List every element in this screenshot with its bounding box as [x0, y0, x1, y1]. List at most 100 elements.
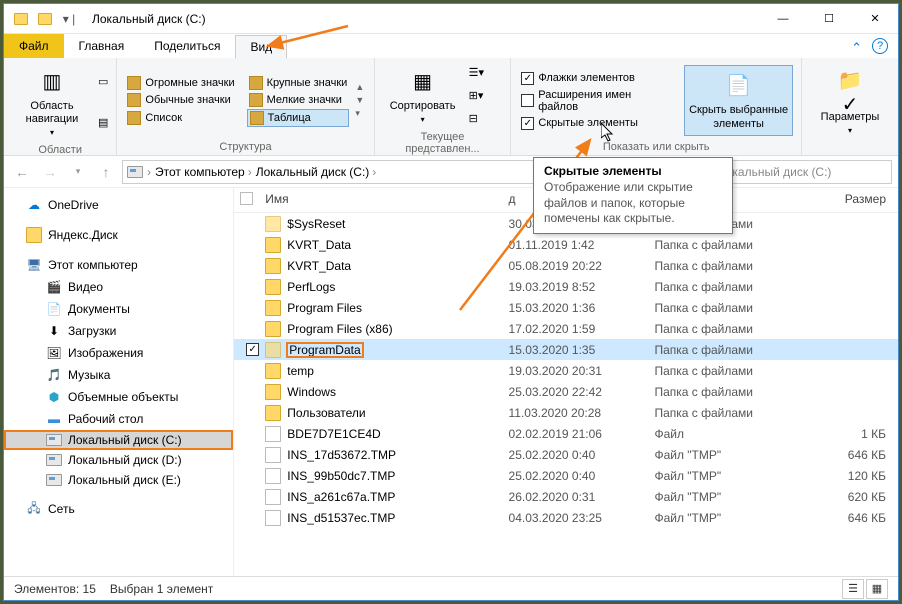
folder-icon: [265, 258, 281, 274]
minimize-button[interactable]: —: [760, 4, 806, 34]
tab-share[interactable]: Поделиться: [139, 34, 235, 58]
file-date: 25.02.2020 0:40: [509, 448, 655, 462]
forward-button[interactable]: →: [38, 160, 62, 184]
help-icon[interactable]: ?: [872, 38, 888, 54]
nav-pictures[interactable]: 🖼Изображения: [4, 342, 233, 364]
table-row[interactable]: BDE7D7E1CE4D02.02.2019 21:06Файл1 КБ: [234, 423, 898, 444]
nav-drive-e[interactable]: Локальный диск (E:): [4, 470, 233, 490]
scroll-down-icon[interactable]: ▼: [355, 95, 364, 105]
file-name: INS_d51537ec.TMP: [287, 511, 395, 525]
up-button[interactable]: ↑: [94, 160, 118, 184]
file-name: INS_a261c67a.TMP: [287, 490, 395, 504]
checkbox-item-checkboxes[interactable]: ✓Флажки элементов: [519, 71, 674, 86]
folder-icon: [265, 342, 281, 358]
layout-large[interactable]: Крупные значки: [247, 75, 350, 91]
file-type: Файл "TMP": [654, 448, 819, 462]
ribbon-tabs: Файл Главная Поделиться Вид ⌃ ?: [4, 34, 898, 58]
size-columns-icon[interactable]: ⊟: [469, 112, 484, 125]
view-details-button[interactable]: ☰: [842, 579, 864, 599]
options-button[interactable]: 📁✓ Параметры▾: [810, 62, 890, 151]
nav-onedrive[interactable]: ☁OneDrive: [4, 194, 233, 216]
table-row[interactable]: Program Files15.03.2020 1:36Папка с файл…: [234, 297, 898, 318]
layout-details[interactable]: Таблица: [247, 109, 350, 127]
status-item-count: Элементов: 15: [14, 582, 96, 596]
nav-thispc[interactable]: 🖥Этот компьютер: [4, 254, 233, 276]
nav-3d-objects[interactable]: ⬢Объемные объекты: [4, 386, 233, 408]
col-header-name[interactable]: Имя: [265, 192, 508, 208]
tab-home[interactable]: Главная: [64, 34, 140, 58]
nav-documents[interactable]: 📄Документы: [4, 298, 233, 320]
nav-yandex[interactable]: Яндекс.Диск: [4, 224, 233, 246]
file-icon: [265, 447, 281, 463]
folder-icon: [265, 216, 281, 232]
sort-button[interactable]: ▦ Сортировать▾: [383, 62, 463, 129]
nav-network[interactable]: 🖧Сеть: [4, 498, 233, 520]
layout-extra-large[interactable]: Огромные значки: [125, 75, 236, 91]
table-row[interactable]: temp19.03.2020 20:31Папка с файлами: [234, 360, 898, 381]
ribbon-group-panes: ▥ Область навигации▾ ▭ ▤ Области: [4, 58, 117, 155]
layout-medium[interactable]: Обычные значки: [125, 92, 236, 108]
status-selection: Выбран 1 элемент: [110, 582, 213, 596]
close-button[interactable]: ✕: [852, 4, 898, 34]
table-row[interactable]: Windows25.03.2020 22:42Папка с файлами: [234, 381, 898, 402]
nav-drive-d[interactable]: Локальный диск (D:): [4, 450, 233, 470]
nav-desktop[interactable]: ▬Рабочий стол: [4, 408, 233, 430]
address-bar: ← → ▾ ↑ › Этот компьютер› Локальный диск…: [4, 156, 898, 188]
file-size: 646 КБ: [820, 448, 898, 462]
scroll-up-icon[interactable]: ▲: [355, 82, 364, 92]
qat-folder-icon[interactable]: [34, 8, 56, 30]
titlebar: ▾ | Локальный диск (C:) — ☐ ✕: [4, 4, 898, 34]
file-size: 620 КБ: [820, 490, 898, 504]
maximize-button[interactable]: ☐: [806, 4, 852, 34]
navigation-pane[interactable]: ☁OneDrive Яндекс.Диск 🖥Этот компьютер 🎬В…: [4, 188, 234, 576]
table-row[interactable]: INS_17d53672.TMP25.02.2020 0:40Файл "TMP…: [234, 444, 898, 465]
layout-small[interactable]: Мелкие значки: [247, 92, 350, 108]
table-row[interactable]: ✓ProgramData15.03.2020 1:35Папка с файла…: [234, 339, 898, 360]
breadcrumb-drive-c[interactable]: Локальный диск (C:)›: [256, 165, 377, 179]
file-name: Program Files: [287, 301, 362, 315]
group-by-icon[interactable]: ☰▾: [469, 66, 484, 79]
col-header-size[interactable]: Размер: [820, 192, 898, 208]
file-icon: [265, 426, 281, 442]
file-date: 19.03.2019 8:52: [509, 280, 655, 294]
table-row[interactable]: Program Files (x86)17.02.2020 1:59Папка …: [234, 318, 898, 339]
navigation-pane-button[interactable]: ▥ Область навигации▾: [12, 62, 92, 142]
table-row[interactable]: INS_a261c67a.TMP26.02.2020 0:31Файл "TMP…: [234, 486, 898, 507]
table-row[interactable]: KVRT_Data05.08.2019 20:22Папка с файлами: [234, 255, 898, 276]
nav-video[interactable]: 🎬Видео: [4, 276, 233, 298]
qat-dropdown[interactable]: ▾ |: [58, 8, 80, 30]
ribbon-collapse-icon[interactable]: ⌃: [847, 38, 866, 58]
details-pane-icon[interactable]: ▤: [98, 116, 108, 129]
table-row[interactable]: INS_99b50dc7.TMP25.02.2020 0:40Файл "TMP…: [234, 465, 898, 486]
recent-dropdown[interactable]: ▾: [66, 160, 90, 184]
file-icon: [265, 489, 281, 505]
layout-list[interactable]: Список: [125, 109, 236, 127]
folder-icon: [10, 8, 32, 30]
folder-icon: [265, 279, 281, 295]
back-button[interactable]: ←: [10, 160, 34, 184]
hide-selected-button[interactable]: 📄 Скрыть выбранные элементы: [684, 65, 793, 135]
tab-view[interactable]: Вид: [235, 35, 287, 59]
add-columns-icon[interactable]: ⊞▾: [469, 89, 484, 102]
file-type: Папка с файлами: [654, 322, 819, 336]
checkbox-file-extensions[interactable]: Расширения имен файлов: [519, 88, 674, 114]
file-date: 25.03.2020 22:42: [509, 385, 655, 399]
nav-drive-c[interactable]: Локальный диск (C:): [4, 430, 233, 450]
preview-pane-icon[interactable]: ▭: [98, 75, 108, 88]
file-name: Windows: [287, 385, 336, 399]
checkbox-hidden-items[interactable]: ✓Скрытые элементы: [519, 116, 674, 131]
table-row[interactable]: Пользователи11.03.2020 20:28Папка с файл…: [234, 402, 898, 423]
expand-icon[interactable]: ▾: [355, 108, 364, 119]
ribbon-group-layout: Огромные значки Крупные значки Обычные з…: [117, 58, 374, 155]
breadcrumb-thispc[interactable]: Этот компьютер›: [155, 165, 252, 179]
tab-file[interactable]: Файл: [4, 34, 64, 58]
nav-music[interactable]: 🎵Музыка: [4, 364, 233, 386]
status-bar: Элементов: 15 Выбран 1 элемент ☰ ▦: [4, 576, 898, 600]
folder-icon: [265, 363, 281, 379]
nav-downloads[interactable]: ⬇Загрузки: [4, 320, 233, 342]
file-size: 120 КБ: [820, 469, 898, 483]
view-thumbnails-button[interactable]: ▦: [866, 579, 888, 599]
table-row[interactable]: PerfLogs19.03.2019 8:52Папка с файлами: [234, 276, 898, 297]
table-row[interactable]: INS_d51537ec.TMP04.03.2020 23:25Файл "TM…: [234, 507, 898, 528]
table-row[interactable]: KVRT_Data01.11.2019 1:42Папка с файлами: [234, 234, 898, 255]
